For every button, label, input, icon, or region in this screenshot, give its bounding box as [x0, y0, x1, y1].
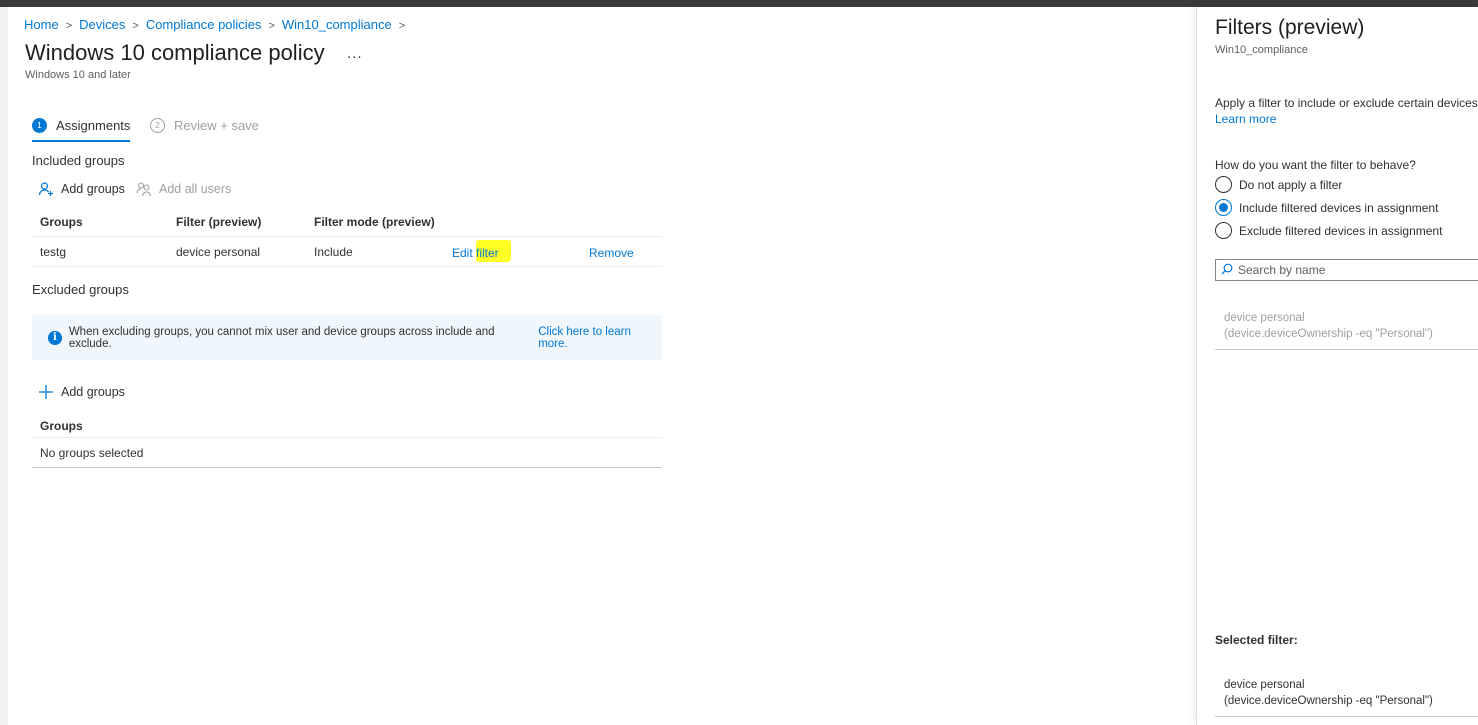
page-title: Windows 10 compliance policy: [25, 40, 325, 65]
add-user-icon: [38, 181, 54, 197]
filters-panel: Filters (preview) Win10_compliance Apply…: [1196, 7, 1478, 725]
add-excluded-groups-button[interactable]: Add groups: [38, 384, 125, 400]
filter-result-rule: (device.deviceOwnership -eq "Personal"): [1224, 328, 1433, 340]
table-row: No groups selected: [32, 438, 662, 468]
radio-label: Exclude filtered devices in assignment: [1239, 223, 1443, 238]
selected-filter-rule: (device.deviceOwnership -eq "Personal"): [1224, 695, 1433, 707]
radio-include-filtered[interactable]: Include filtered devices in assignment: [1215, 199, 1438, 216]
breadcrumb: Home > Devices > Compliance policies > Win10_c…: [24, 17, 412, 32]
tab-label: Assignments: [56, 117, 131, 133]
table-row: testg device personal Include Edit filte…: [32, 237, 662, 267]
chevron-right-icon: >: [268, 20, 275, 32]
learn-more-link[interactable]: Learn more: [1215, 112, 1276, 126]
selected-filter-item: device personal (device.deviceOwnership …: [1215, 669, 1478, 717]
radio-circle: [1215, 176, 1232, 193]
breadcrumb-compliance-policies[interactable]: Compliance policies: [146, 17, 262, 32]
selected-filter-label: Selected filter:: [1215, 633, 1298, 647]
learn-more-link[interactable]: Click here to learn more.: [538, 326, 662, 350]
excluded-groups-table: Groups No groups selected: [32, 411, 662, 473]
add-all-users-button[interactable]: Add all users: [136, 181, 231, 197]
radio-label: Include filtered devices in assignment: [1239, 200, 1439, 215]
tab-label: Review + save: [174, 117, 259, 133]
radio-circle: [1215, 222, 1232, 239]
panel-title: Filters (preview): [1215, 16, 1365, 39]
info-text: When excluding groups, you cannot mix us…: [68, 325, 495, 350]
page-subtitle: Windows 10 and later: [25, 69, 131, 81]
chevron-right-icon: >: [132, 20, 139, 32]
filter-mode: Include: [314, 245, 353, 259]
active-tab-indicator: [32, 140, 130, 142]
chevron-right-icon: >: [398, 20, 406, 32]
edit-filter-link[interactable]: Edit filter: [452, 246, 499, 260]
search-icon: [1221, 263, 1233, 278]
radio-do-not-apply[interactable]: Do not apply a filter: [1215, 176, 1342, 193]
users-icon: [136, 181, 152, 197]
group-name: testg: [40, 245, 67, 259]
empty-message: No groups selected: [40, 446, 144, 460]
panel-description: Apply a filter to include or exclude cer…: [1215, 96, 1478, 110]
filter-name: device personal: [176, 245, 261, 259]
breadcrumb-devices[interactable]: Devices: [79, 17, 125, 32]
breadcrumb-home[interactable]: Home: [24, 17, 59, 32]
column-header-filter: Filter (preview): [176, 215, 262, 229]
table-header: Groups Filter (preview) Filter mode (pre…: [32, 207, 662, 237]
column-header-groups: Groups: [40, 215, 83, 229]
table-header: Groups: [32, 411, 662, 438]
remove-link[interactable]: Remove: [589, 246, 634, 260]
left-edge: [0, 7, 8, 725]
search-placeholder: Search by name: [1238, 263, 1326, 277]
radio-selected-dot: [1219, 203, 1228, 212]
main-content: Home > Devices > Compliance policies > Win10_c…: [8, 7, 1196, 725]
radio-exclude-filtered[interactable]: Exclude filtered devices in assignment: [1215, 222, 1442, 239]
step-number-badge: 2: [150, 117, 165, 133]
included-groups-heading: Included groups: [32, 153, 125, 168]
add-groups-button[interactable]: Add groups: [38, 181, 125, 197]
plus-icon: [38, 384, 54, 400]
column-header-groups: Groups: [40, 419, 83, 433]
search-input[interactable]: Search by name: [1215, 259, 1478, 281]
tab-review-save[interactable]: 2 Review + save: [150, 115, 259, 135]
panel-subtitle: Win10_compliance: [1215, 44, 1308, 56]
top-bar: [0, 0, 1478, 7]
filter-result-item[interactable]: device personal (device.deviceOwnership …: [1215, 302, 1478, 350]
tab-assignments[interactable]: 1 Assignments: [32, 115, 130, 135]
selected-filter-name: device personal: [1224, 679, 1305, 691]
add-all-users-label: Add all users: [159, 182, 232, 196]
info-banner: i When excluding groups, you cannot mix …: [32, 315, 662, 360]
included-groups-table: Groups Filter (preview) Filter mode (pre…: [32, 207, 662, 268]
wizard-tabs: 1 Assignments 2 Review + save: [32, 115, 332, 142]
chevron-right-icon: >: [65, 20, 73, 32]
add-groups-label: Add groups: [61, 182, 125, 196]
info-icon: i: [48, 330, 62, 345]
filter-result-name: device personal: [1224, 312, 1305, 324]
column-header-filter-mode: Filter mode (preview): [314, 215, 435, 229]
filter-behavior-question: How do you want the filter to behave?: [1215, 158, 1416, 172]
step-number-badge: 1: [32, 117, 47, 133]
add-groups-label: Add groups: [61, 385, 125, 399]
radio-label: Do not apply a filter: [1239, 177, 1343, 192]
excluded-groups-heading: Excluded groups: [32, 282, 129, 297]
radio-circle: [1215, 199, 1232, 216]
more-options-button[interactable]: ...: [347, 45, 363, 62]
breadcrumb-win10-compliance[interactable]: Win10_compliance: [282, 17, 392, 32]
